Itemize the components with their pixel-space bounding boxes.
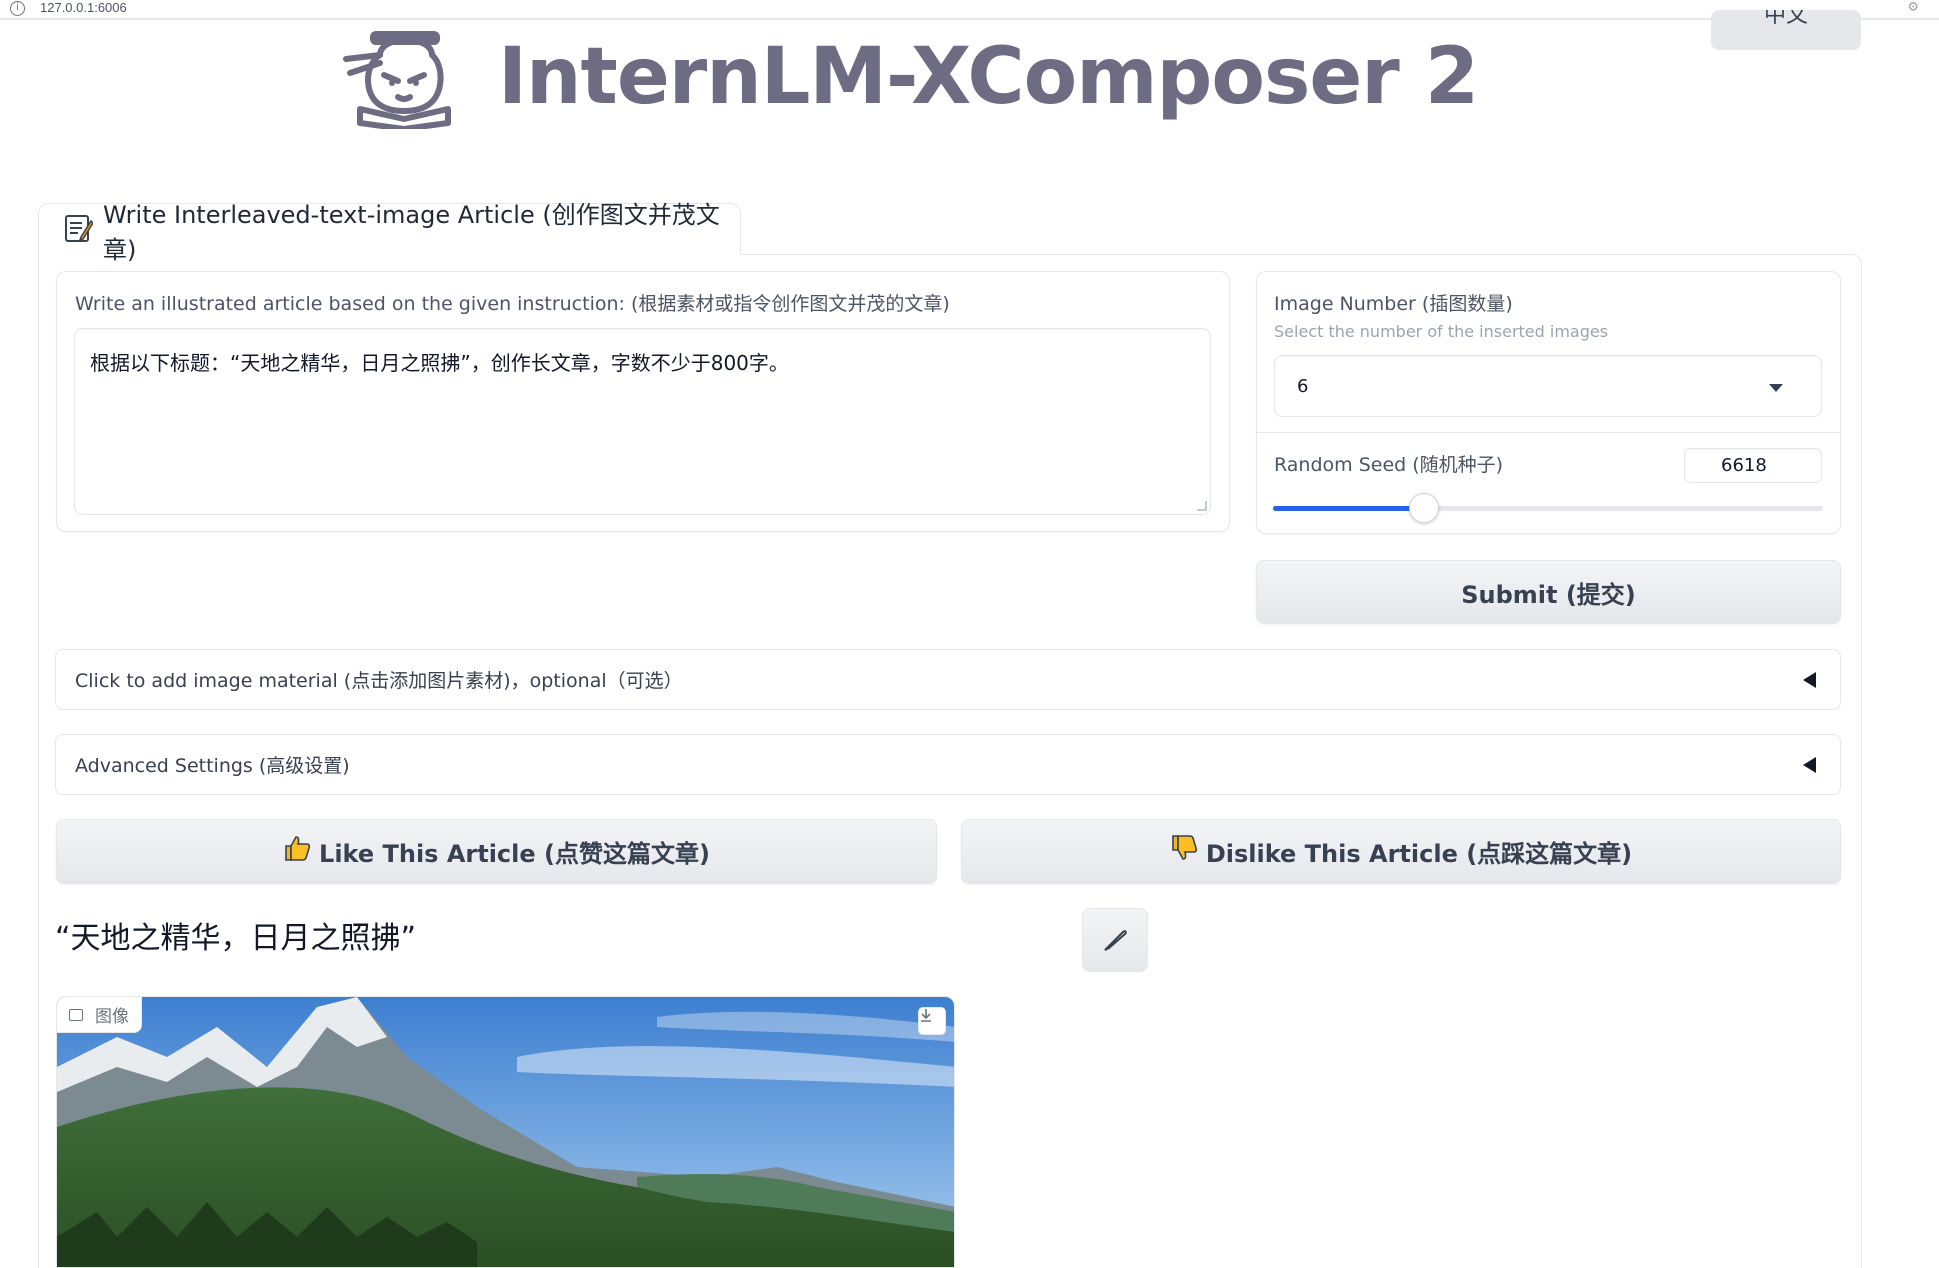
image-tag-text: 图像 [95,1007,129,1027]
collapse-triangle-icon [1803,672,1816,688]
image-icon [69,1008,83,1021]
article-image[interactable]: 图像 [56,996,955,1268]
advanced-settings-label: Advanced Settings (高级设置) [75,755,350,777]
image-number-info: Select the number of the inserted images [1274,322,1609,341]
app-title: InternLM-XComposer 2 [498,32,1479,122]
image-material-label: Click to add image material (点击添加图片素材)，o… [75,670,683,692]
language-toggle-button[interactable]: 中文 [1711,10,1861,50]
mascot-logo-icon [343,31,451,129]
thumbs-up-icon [283,834,311,869]
extensions-icon[interactable]: ⚙ [1907,0,1919,15]
image-number-label: Image Number (插图数量) [1274,293,1513,315]
resize-handle-icon[interactable] [1197,501,1207,511]
collapse-triangle-icon [1803,757,1816,773]
download-icon [921,1009,931,1022]
mountain-landscape-image [57,997,954,1267]
info-icon[interactable]: i [10,1,25,16]
url-text[interactable]: 127.0.0.1:6006 [40,0,127,15]
dropdown-caret-icon [1769,384,1783,392]
submit-button[interactable]: Submit (提交) [1256,560,1841,624]
image-material-accordion[interactable]: Click to add image material (点击添加图片素材)，o… [55,649,1841,710]
image-number-value: 6 [1297,375,1309,397]
language-toggle-label: 中文 [1763,10,1808,28]
image-number-select[interactable]: 6 [1274,355,1822,417]
download-button[interactable] [918,1007,946,1035]
slider-fill [1273,506,1425,511]
random-seed-label: Random Seed (随机种子) [1274,454,1504,476]
browser-address-bar: i 127.0.0.1:6006 ⚙ [0,0,1939,20]
dislike-label: Dislike This Article (点踩这篇文章) [1205,840,1633,868]
image-label-tag: 图像 [57,997,142,1033]
article-title: “天地之精华，日月之照拂” [55,921,417,956]
like-button[interactable]: Like This Article (点赞这篇文章) [56,819,937,884]
memo-icon [63,213,94,247]
tab-write-article[interactable]: Write Interleaved-text-image Article (创作… [38,201,741,264]
settings-divider [1256,432,1841,433]
edit-article-button[interactable] [1082,908,1148,972]
instruction-textarea[interactable]: 根据以下标题：“天地之精华，日月之照拂”，创作长文章，字数不少于800字。 [74,328,1211,515]
random-seed-value: 6618 [1721,455,1767,476]
tab-label: Write Interleaved-text-image Article (创作… [103,200,720,264]
quill-pen-icon [1104,930,1127,951]
dislike-button[interactable]: Dislike This Article (点踩这篇文章) [961,819,1841,884]
thumbs-down-icon [1170,834,1198,869]
instruction-text: 根据以下标题：“天地之精华，日月之照拂”，创作长文章，字数不少于800字。 [90,351,789,375]
submit-label: Submit (提交) [1461,580,1636,609]
random-seed-slider[interactable] [1273,493,1823,523]
instruction-label: Write an illustrated article based on th… [75,293,950,315]
advanced-settings-accordion[interactable]: Advanced Settings (高级设置) [55,734,1841,795]
brand-header: InternLM-XComposer 2 [340,22,1479,132]
like-label: Like This Article (点赞这篇文章) [319,840,710,868]
random-seed-input[interactable]: 6618 [1684,448,1822,483]
